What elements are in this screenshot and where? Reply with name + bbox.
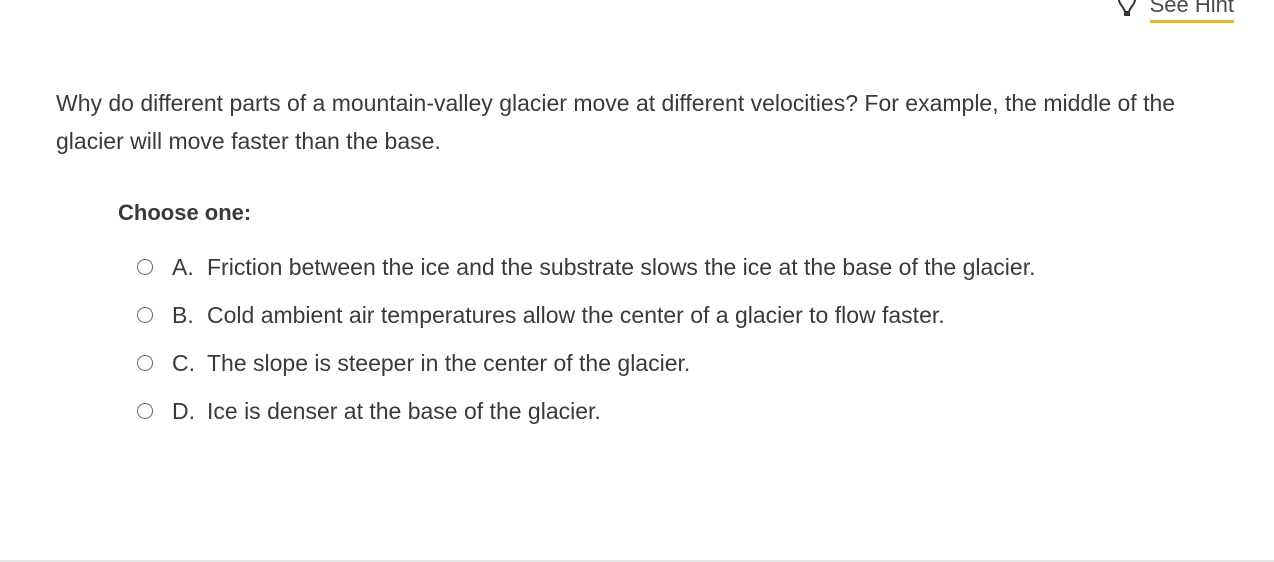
option-b[interactable]: B. Cold ambient air temperatures allow t… <box>134 296 1094 334</box>
answer-options: A. Friction between the ice and the subs… <box>134 248 1094 440</box>
option-a[interactable]: A. Friction between the ice and the subs… <box>134 248 1094 286</box>
radio-button-a[interactable] <box>137 259 153 275</box>
radio-button-b[interactable] <box>137 307 153 323</box>
see-hint-label[interactable]: See Hint <box>1149 0 1234 23</box>
question-text: Why do different parts of a mountain-val… <box>56 90 1176 154</box>
radio-button-d[interactable] <box>137 403 153 419</box>
lightbulb-icon <box>1117 0 1136 16</box>
option-c[interactable]: C. The slope is steeper in the center of… <box>134 344 1094 382</box>
option-text: Cold ambient air temperatures allow the … <box>207 302 945 328</box>
option-letter: B. <box>172 302 194 328</box>
choose-one-label: Choose one: <box>118 200 252 225</box>
option-d[interactable]: D. Ice is denser at the base of the glac… <box>134 392 1094 430</box>
option-letter: A. <box>172 254 194 280</box>
option-letter: D. <box>172 398 195 424</box>
option-text: Ice is denser at the base of the glacier… <box>207 398 601 424</box>
option-text: The slope is steeper in the center of th… <box>207 350 691 376</box>
see-hint-button[interactable]: See Hint <box>1116 0 1234 23</box>
option-text: Friction between the ice and the substra… <box>207 254 1036 280</box>
radio-button-c[interactable] <box>137 355 153 371</box>
option-letter: C. <box>172 350 195 376</box>
